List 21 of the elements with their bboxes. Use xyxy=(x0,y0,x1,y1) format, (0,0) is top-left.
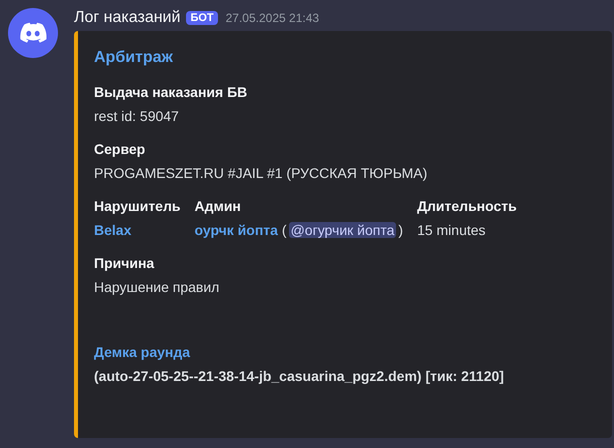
field-name: Длительность xyxy=(417,198,517,214)
field-name: Админ xyxy=(194,198,242,214)
author-name[interactable]: Лог наказаний xyxy=(74,9,180,27)
user-link[interactable]: оурчк йопта xyxy=(194,222,278,238)
bot-badge: БОТ xyxy=(186,11,218,25)
field-value: rest id: 59047 xyxy=(94,108,180,124)
field-value: PROGAMESZET.RU #JAIL #1 (РУССКАЯ ТЮРЬМА) xyxy=(94,165,428,181)
field-value: Нарушение правил xyxy=(94,279,220,295)
field-name: Сервер xyxy=(94,141,146,157)
field-name: Выдача наказания БВ xyxy=(94,84,248,100)
embed-title[interactable]: Арбитраж xyxy=(94,49,596,67)
field-name: Демка раунда xyxy=(94,344,192,360)
embed-card: Арбитраж Выдача наказания БВ rest id: 59047 Сервер PROGAMESZET.RU #JAIL #1 (РУССКАЯ ТЮРЬМА) Нарушитель Belax Админ оурчк йопта ( @огурчик йопта ) Длительность 15 minutes Причина Нарушение правил Демка раунда (auto-27-05-25--21-38-14-jb_casuarina_pgz2.dem) [тик: 21120] xyxy=(74,31,612,438)
field-name: Причина xyxy=(94,255,156,271)
field-value: 15 minutes xyxy=(417,222,487,238)
field-name: Нарушитель xyxy=(94,198,180,214)
avatar-icon[interactable] xyxy=(8,8,58,58)
timestamp: 27.05.2025 21:43 xyxy=(226,11,320,25)
user-link[interactable]: Belax xyxy=(94,222,132,238)
user-mention[interactable]: @огурчик йопта xyxy=(288,222,396,238)
field-value: (auto-27-05-25--21-38-14-jb_casuarina_pgz2.dem) [тик: 21120] xyxy=(94,368,505,384)
